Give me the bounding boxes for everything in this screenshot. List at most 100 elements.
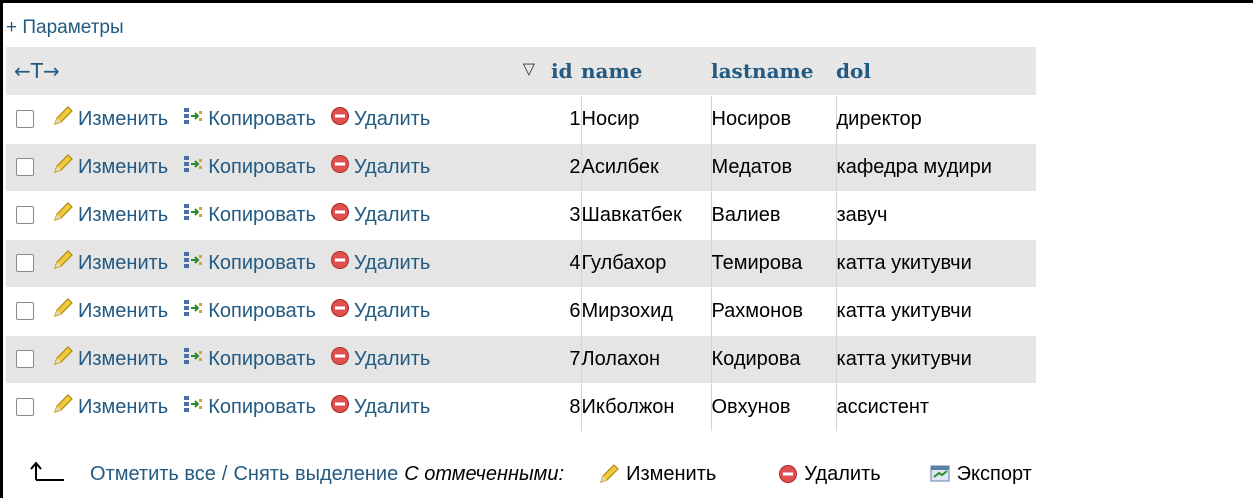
row-checkbox[interactable] [16,110,34,128]
check-all-link[interactable]: Отметить все [90,463,216,486]
bulk-edit-label: Изменить [626,462,717,485]
delete-link[interactable]: Удалить [330,250,430,276]
cell-name[interactable]: Икболжон [580,382,711,431]
table-row: Изменить Копировать Удалить 7 Лолахон Кодиров… [6,334,1036,383]
copy-link[interactable]: Копировать [182,345,316,373]
sort-dropdown-icon[interactable]: ▽ [523,59,535,78]
edit-label: Изменить [78,155,169,178]
copy-icon [182,249,208,277]
cell-name[interactable]: Шавкатбек [580,190,711,239]
copy-link[interactable]: Копировать [182,249,316,277]
edit-link[interactable]: Изменить [52,105,168,133]
cell-name[interactable]: Лолахон [580,334,711,383]
footer-separator: / [221,462,228,485]
delete-link[interactable]: Удалить [330,298,430,324]
cell-id: 1 [551,94,581,143]
edit-label: Изменить [78,107,169,130]
cell-lastname[interactable]: Темирова [710,238,836,287]
cell-lastname[interactable]: Медатов [710,142,836,191]
bulk-export-button[interactable]: Экспорт [929,463,1032,486]
delete-link[interactable]: Удалить [330,202,430,228]
cell-lastname[interactable]: Овхунов [710,382,836,431]
cell-name[interactable]: Мирзохид [580,286,711,335]
copy-link[interactable]: Копировать [182,153,316,181]
delete-label: Удалить [353,299,431,322]
cell-lastname[interactable]: Рахмонов [710,286,836,335]
row-checkbox[interactable] [16,350,34,368]
edit-label: Изменить [78,347,169,370]
edit-link[interactable]: Изменить [52,249,168,277]
col-name-header[interactable]: name [581,47,711,95]
edit-link[interactable]: Изменить [52,153,168,181]
row-actions: Изменить Копировать Удалить [6,94,551,143]
pencil-icon [52,345,78,373]
copy-link[interactable]: Копировать [182,201,316,229]
delete-icon [330,298,354,324]
header-row: ←T→ ▽ id name lastname dol [6,47,1036,95]
row-actions: Изменить Копировать Удалить [6,190,551,239]
delete-link[interactable]: Удалить [330,394,430,420]
col-lastname-header[interactable]: lastname [711,47,836,95]
edit-link[interactable]: Изменить [52,393,168,421]
cell-name[interactable]: Асилбек [580,142,711,191]
delete-link[interactable]: Удалить [330,346,430,372]
cell-id: 4 [551,238,581,287]
delete-label: Удалить [353,251,431,274]
cell-dol[interactable]: катта укитувчи [835,286,1036,335]
cell-dol[interactable]: директор [835,94,1036,143]
copy-link[interactable]: Копировать [182,105,316,133]
cell-lastname[interactable]: Носиров [710,94,836,143]
row-checkbox[interactable] [16,158,34,176]
cell-id: 2 [551,142,581,191]
export-icon [930,465,950,482]
bulk-edit-button[interactable]: Изменить [598,463,716,486]
results-table: ←T→ ▽ id name lastname dol Изменить Копир… [6,47,1036,431]
row-checkbox[interactable] [16,302,34,320]
column-arrows[interactable]: ←T→ [14,59,60,83]
edit-link[interactable]: Изменить [52,201,168,229]
cell-name[interactable]: Носир [580,94,711,143]
pencil-icon [52,153,78,181]
pencil-icon [52,105,78,133]
copy-label: Копировать [208,395,316,418]
copy-link[interactable]: Копировать [182,393,316,421]
col-dol-header[interactable]: dol [836,47,1036,95]
pencil-icon [600,464,619,483]
delete-label: Удалить [353,347,431,370]
cell-id: 6 [551,286,581,335]
table-row: Изменить Копировать Удалить 3 Шавкатбек Валие… [6,190,1036,239]
cell-dol[interactable]: катта укитувчи [835,238,1036,287]
cell-lastname[interactable]: Кодирова [710,334,836,383]
delete-label: Удалить [353,395,431,418]
copy-icon [182,153,208,181]
delete-link[interactable]: Удалить [330,106,430,132]
with-selected-label: С отмеченными: [404,462,565,485]
cell-dol[interactable]: завуч [835,190,1036,239]
delete-link[interactable]: Удалить [330,154,430,180]
row-checkbox[interactable] [16,206,34,224]
delete-icon [330,250,354,276]
bulk-delete-label: Удалить [804,462,881,485]
cell-dol[interactable]: кафедра мудири [835,142,1036,191]
cell-lastname[interactable]: Валиев [710,190,836,239]
params-link[interactable]: + Параметры [6,17,124,39]
edit-link[interactable]: Изменить [52,345,168,373]
cell-name[interactable]: Гулбахор [580,238,711,287]
row-checkbox[interactable] [16,398,34,417]
copy-label: Копировать [208,203,316,226]
cell-id: 7 [551,334,581,383]
edit-link[interactable]: Изменить [52,297,168,325]
table-row: Изменить Копировать Удалить 8 Икболжон Овхуно… [6,382,1036,431]
col-id-header[interactable]: id [551,47,581,95]
copy-link[interactable]: Копировать [182,297,316,325]
edit-label: Изменить [78,251,169,274]
copy-icon [182,105,208,133]
cell-dol[interactable]: катта укитувчи [835,334,1036,383]
footer-bar: Отметить все / Снять выделение С отмечен… [30,458,1253,490]
uncheck-all-link[interactable]: Снять выделение [233,463,398,486]
bulk-delete-button[interactable]: Удалить [778,462,881,486]
cell-dol[interactable]: ассистент [835,382,1036,431]
pencil-icon [52,393,78,421]
row-checkbox[interactable] [16,254,34,272]
delete-label: Удалить [353,107,431,130]
